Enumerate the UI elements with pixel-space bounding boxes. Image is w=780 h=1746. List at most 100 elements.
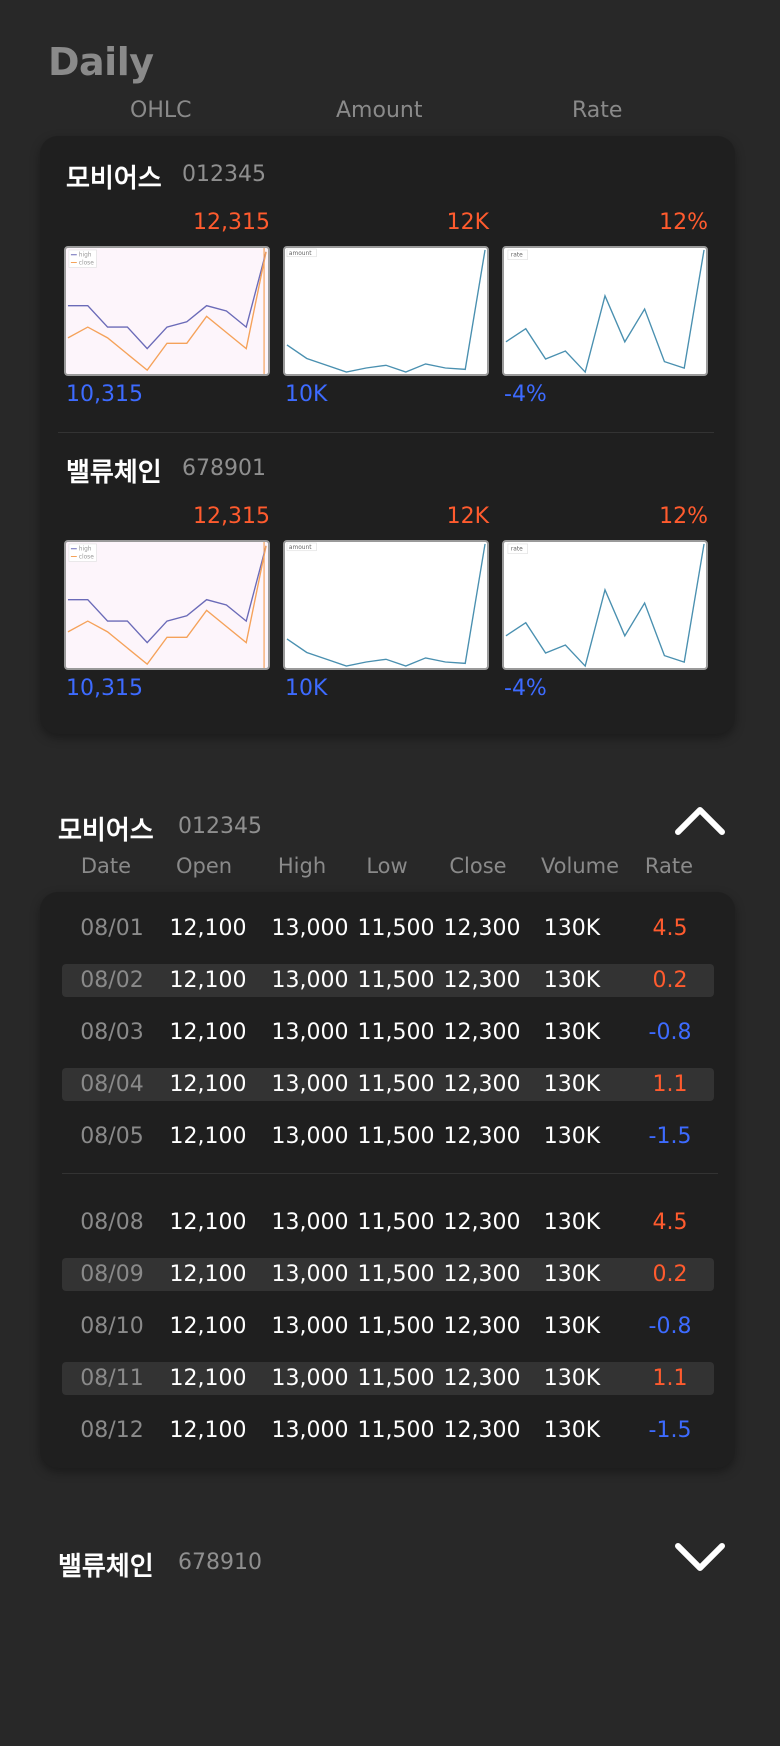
page-title: Daily xyxy=(48,40,154,84)
ohlc-sparkline[interactable]: high close xyxy=(64,540,270,670)
table-row[interactable]: 08/10 12,100 13,000 11,500 12,300 130K -0.8 xyxy=(62,1310,714,1343)
column-header-close[interactable]: Close xyxy=(428,854,528,878)
cell-rate: -1.5 xyxy=(648,1418,692,1443)
summary-stock-name[interactable]: 모비어스 xyxy=(66,158,162,195)
rate-min-value: -4% xyxy=(504,382,547,407)
cell-rate: -0.8 xyxy=(648,1020,692,1045)
table-row[interactable]: 08/02 12,100 13,000 11,500 12,300 130K 0.2 xyxy=(62,964,714,997)
legend-amount: amount xyxy=(289,251,312,257)
table-row[interactable]: 08/01 12,100 13,000 11,500 12,300 130K 4.5 xyxy=(62,912,714,945)
column-header-low[interactable]: Low xyxy=(337,854,437,878)
amount-sparkline[interactable]: amount xyxy=(283,540,489,670)
cell-date: 08/03 xyxy=(80,1020,144,1045)
tab-ohlc[interactable]: OHLC xyxy=(130,98,191,123)
table-row[interactable]: 08/08 12,100 13,000 11,500 12,300 130K 4.5 xyxy=(62,1206,714,1239)
series-high-line xyxy=(67,545,267,644)
amount-min-value: 10K xyxy=(285,382,328,407)
table-row[interactable]: 08/09 12,100 13,000 11,500 12,300 130K 0.2 xyxy=(62,1258,714,1291)
cell-date: 08/08 xyxy=(80,1210,144,1235)
cell-volume: 130K xyxy=(543,1314,601,1339)
cell-open: 12,100 xyxy=(169,968,247,993)
ohlc-min-value: 10,315 xyxy=(66,382,143,407)
cell-date: 08/04 xyxy=(80,1072,144,1097)
legend-rate: rate xyxy=(511,547,523,553)
cell-date: 08/01 xyxy=(80,916,144,941)
amount-sparkline[interactable]: amount xyxy=(283,246,489,376)
cell-rate: 4.5 xyxy=(652,916,688,941)
ohlc-sparkline-svg: high close xyxy=(67,542,267,668)
series-amount-line xyxy=(286,543,486,667)
amount-max-value: 12K xyxy=(446,504,489,529)
ohlc-sparkline[interactable]: high close xyxy=(64,246,270,376)
cell-volume: 130K xyxy=(543,1210,601,1235)
cell-open: 12,100 xyxy=(169,1020,247,1045)
summary-stock-name[interactable]: 밸류체인 xyxy=(66,452,162,489)
table-row[interactable]: 08/04 12,100 13,000 11,500 12,300 130K 1.1 xyxy=(62,1068,714,1101)
column-header-volume[interactable]: Volume xyxy=(530,854,630,878)
collapsed-stock-code: 678910 xyxy=(178,1550,262,1575)
cell-volume: 130K xyxy=(543,1366,601,1391)
tab-rate[interactable]: Rate xyxy=(572,98,622,123)
legend-high: high xyxy=(79,253,92,259)
cell-date: 08/09 xyxy=(80,1262,144,1287)
table-row[interactable]: 08/05 12,100 13,000 11,500 12,300 130K -1.5 xyxy=(62,1120,714,1153)
week-divider xyxy=(62,1173,718,1174)
cell-open: 12,100 xyxy=(169,1210,247,1235)
cell-volume: 130K xyxy=(543,1072,601,1097)
rate-sparkline[interactable]: rate xyxy=(502,540,708,670)
ohlc-sparkline-svg: high close xyxy=(67,248,267,374)
cell-rate: 0.2 xyxy=(652,1262,688,1287)
collapsed-stock-name[interactable]: 밸류체인 xyxy=(58,1546,154,1583)
cell-volume: 130K xyxy=(543,1418,601,1443)
amount-max-value: 12K xyxy=(446,210,489,235)
column-header-date[interactable]: Date xyxy=(56,854,156,878)
cell-date: 08/02 xyxy=(80,968,144,993)
cell-rate: 1.1 xyxy=(652,1366,688,1391)
legend-rate: rate xyxy=(511,253,523,259)
legend-close: close xyxy=(79,555,95,561)
rate-sparkline-svg: rate xyxy=(505,249,705,374)
rate-min-value: -4% xyxy=(504,676,547,701)
cell-open: 12,100 xyxy=(169,1072,247,1097)
cell-rate: -0.8 xyxy=(648,1314,692,1339)
cell-volume: 130K xyxy=(543,1262,601,1287)
cell-volume: 130K xyxy=(543,1020,601,1045)
rate-sparkline[interactable]: rate xyxy=(502,246,708,376)
table-row[interactable]: 08/11 12,100 13,000 11,500 12,300 130K 1.1 xyxy=(62,1362,714,1395)
cell-rate: 4.5 xyxy=(652,1210,688,1235)
chevron-up-icon xyxy=(675,807,725,835)
expand-button[interactable] xyxy=(672,1540,728,1580)
column-header-rate[interactable]: Rate xyxy=(619,854,719,878)
series-close-line xyxy=(67,251,267,372)
amount-sparkline-svg: amount xyxy=(286,542,486,667)
collapse-button[interactable] xyxy=(672,802,728,842)
cell-date: 08/11 xyxy=(80,1366,144,1391)
cell-rate: -1.5 xyxy=(648,1124,692,1149)
series-amount-line xyxy=(286,249,486,373)
column-header-open[interactable]: Open xyxy=(154,854,254,878)
rate-max-value: 12% xyxy=(659,504,708,529)
cell-rate: 0.2 xyxy=(652,968,688,993)
ohlc-max-value: 12,315 xyxy=(193,210,270,235)
cell-open: 12,100 xyxy=(169,916,247,941)
detail-stock-code: 012345 xyxy=(178,814,262,839)
summary-stock-code: 012345 xyxy=(182,162,266,187)
legend-high: high xyxy=(79,547,92,553)
tab-amount[interactable]: Amount xyxy=(336,98,422,123)
cell-date: 08/05 xyxy=(80,1124,144,1149)
cell-open: 12,100 xyxy=(169,1366,247,1391)
table-row[interactable]: 08/03 12,100 13,000 11,500 12,300 130K -0.8 xyxy=(62,1016,714,1049)
amount-sparkline-svg: amount xyxy=(286,248,486,373)
table-row[interactable]: 08/12 12,100 13,000 11,500 12,300 130K -1.5 xyxy=(62,1414,714,1447)
series-close-line xyxy=(67,545,267,666)
legend-close: close xyxy=(79,261,95,267)
series-rate-line xyxy=(505,249,705,374)
cell-volume: 130K xyxy=(543,916,601,941)
detail-stock-name[interactable]: 모비어스 xyxy=(58,810,154,847)
cell-volume: 130K xyxy=(543,1124,601,1149)
cell-open: 12,100 xyxy=(169,1124,247,1149)
cell-open: 12,100 xyxy=(169,1314,247,1339)
cell-volume: 130K xyxy=(543,968,601,993)
ohlc-max-value: 12,315 xyxy=(193,504,270,529)
cell-rate: 1.1 xyxy=(652,1072,688,1097)
